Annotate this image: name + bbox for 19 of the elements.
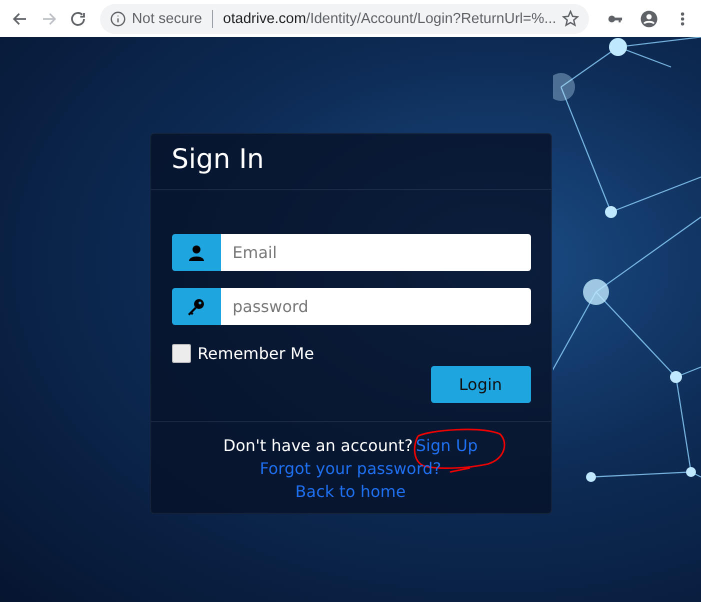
email-field[interactable]: Email — [220, 234, 530, 271]
remember-checkbox[interactable] — [172, 344, 190, 363]
address-bar[interactable]: Not secure otadrive.com/Identity/Account/Login?ReturnUrl=%... — [100, 4, 590, 34]
reload-icon — [68, 10, 87, 28]
account-icon[interactable] — [640, 8, 658, 30]
card-title: Sign In — [172, 144, 266, 175]
password-field[interactable]: password — [220, 288, 530, 325]
key-icon — [187, 298, 205, 316]
signup-prompt: Don't have an account? — [223, 436, 413, 455]
remember-label: Remember Me — [198, 344, 314, 363]
forgot-password-link[interactable]: Forgot your password? — [260, 459, 442, 478]
signup-link[interactable]: Sign Up — [416, 436, 478, 455]
info-icon — [110, 10, 126, 26]
star-icon[interactable] — [562, 10, 580, 27]
user-icon — [188, 244, 204, 260]
login-button[interactable]: Login — [430, 366, 530, 403]
back-home-link[interactable]: Back to home — [295, 482, 406, 501]
url-text: otadrive.com/Identity/Account/Login?ReturnUrl=%... — [223, 10, 556, 26]
security-label: Not secure — [132, 10, 202, 26]
